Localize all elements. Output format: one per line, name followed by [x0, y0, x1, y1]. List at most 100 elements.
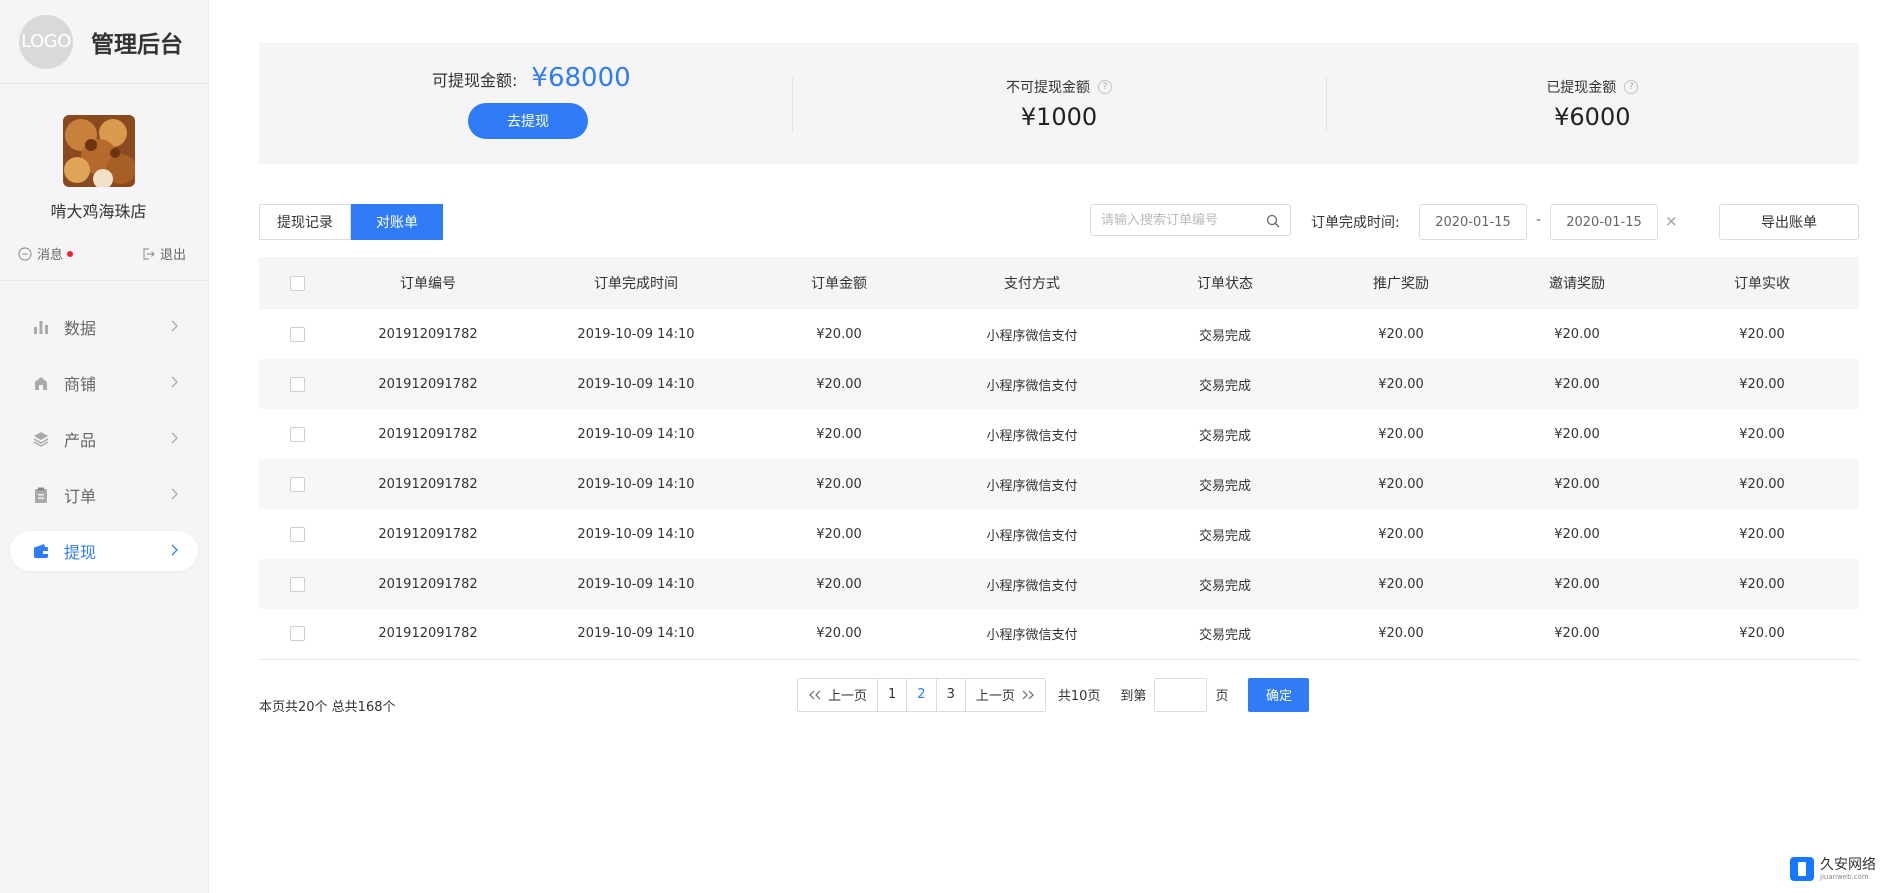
unavailable-amount: ¥1000 [1020, 103, 1098, 131]
completion-time-cell: 2019-10-09 14:10 [577, 526, 695, 542]
payment-method-cell: 小程序微信支付 [986, 628, 1078, 644]
order-id-cell: 201912091782 [378, 576, 478, 592]
tab-statement[interactable]: 对账单 [351, 204, 443, 240]
payment-method-cell: 小程序微信支付 [986, 378, 1078, 394]
unavailable-balance-panel: 不可提现金额 ? ¥1000 [792, 43, 1325, 164]
row-checkbox[interactable] [289, 626, 305, 642]
order-amount-cell: ¥20.00 [816, 576, 862, 592]
table-row: 201912091782 2019-10-09 14:10 ¥20.00 小程序… [259, 459, 1859, 509]
goto-page-input[interactable] [1154, 677, 1208, 712]
column-header: 订单状态 [1197, 276, 1253, 292]
tab-group: 提现记录 对账单 [259, 204, 443, 240]
sidebar-item-data[interactable]: 数据 [10, 307, 198, 347]
order-status-cell: 交易完成 [1198, 478, 1251, 494]
help-icon[interactable]: ? [1624, 80, 1639, 94]
payment-method-cell: 小程序微信支付 [986, 428, 1078, 444]
double-chevron-right-icon [1022, 690, 1034, 699]
tab-withdraw-records[interactable]: 提现记录 [259, 204, 351, 240]
order-status-cell: 交易完成 [1198, 628, 1251, 644]
sidebar-item-order[interactable]: 订单 [10, 475, 198, 515]
export-statement-button[interactable]: 导出账单 [1719, 204, 1859, 240]
chevron-right-icon [171, 544, 178, 556]
net-received-cell: ¥20.00 [1739, 476, 1785, 492]
payment-method-cell: 小程序微信支付 [986, 328, 1078, 344]
search-icon[interactable] [1266, 214, 1280, 228]
order-amount-cell: ¥20.00 [816, 526, 862, 542]
shop-avatar [63, 115, 135, 187]
prev-page-button[interactable]: 上一页 [798, 679, 877, 711]
messages-link[interactable]: 消息 [18, 244, 74, 263]
order-id-cell: 201912091782 [378, 526, 478, 542]
table-row: 201912091782 2019-10-09 14:10 ¥20.00 小程序… [259, 509, 1859, 559]
completion-time-cell: 2019-10-09 14:10 [577, 426, 695, 442]
row-checkbox[interactable] [289, 576, 305, 592]
sidebar-item-label: 数据 [64, 319, 97, 338]
column-header: 支付方式 [1004, 276, 1060, 292]
payment-method-cell: 小程序微信支付 [986, 578, 1078, 594]
order-id-cell: 201912091782 [378, 626, 478, 642]
wallet-icon [32, 542, 50, 560]
page-1-button[interactable]: 1 [877, 678, 906, 711]
total-pages: 共10页 [1057, 689, 1101, 704]
profile-card: 啃大鸡海珠店 消息 退出 [0, 84, 208, 281]
row-checkbox[interactable] [289, 326, 305, 342]
withdraw-button[interactable]: 去提现 [468, 103, 588, 139]
end-date-field[interactable]: 2020-01-15 [1550, 204, 1658, 240]
promotion-reward-cell: ¥20.00 [1378, 576, 1424, 592]
available-balance-panel: 可提现金额: ¥68000 去提现 [259, 43, 792, 164]
order-amount-cell: ¥20.00 [816, 376, 862, 392]
next-page-button[interactable]: 上一页 [964, 678, 1045, 711]
brand-header: LOGO 管理后台 [0, 0, 208, 84]
sidebar-item-shop[interactable]: 商铺 [10, 363, 198, 403]
record-count: 本页共20个 总共168个 [259, 699, 396, 715]
double-chevron-left-icon [809, 690, 821, 699]
app-title: 管理后台 [91, 31, 183, 58]
page-2-button[interactable]: 2 [906, 678, 935, 711]
filter-toolbar: 提现记录 对账单 订单完成时间: 2020-01-15 - 2020-01-15… [259, 204, 1859, 240]
promotion-reward-cell: ¥20.00 [1378, 526, 1424, 542]
sidebar-item-label: 商铺 [64, 375, 97, 394]
completion-time-cell: 2019-10-09 14:10 [577, 376, 695, 392]
goto-label: 到第 [1120, 689, 1147, 704]
statement-table: 订单编号 订单完成时间 订单金额 支付方式 订单状态 推广奖励 邀请奖励 订单实… [259, 257, 1859, 660]
net-received-cell: ¥20.00 [1739, 326, 1785, 342]
row-checkbox[interactable] [289, 476, 305, 492]
help-icon[interactable]: ? [1097, 80, 1112, 94]
start-date-field[interactable]: 2020-01-15 [1419, 204, 1527, 240]
chevron-right-icon [171, 320, 178, 332]
logout-link[interactable]: 退出 [141, 244, 186, 263]
page-3-button[interactable]: 3 [935, 678, 965, 711]
row-checkbox[interactable] [289, 426, 305, 442]
chevron-right-icon [171, 376, 178, 388]
bar-chart-icon [32, 318, 50, 336]
promotion-reward-cell: ¥20.00 [1378, 476, 1424, 492]
invite-reward-cell: ¥20.00 [1554, 476, 1600, 492]
order-id-cell: 201912091782 [378, 426, 478, 442]
row-checkbox[interactable] [289, 526, 305, 542]
table-row: 201912091782 2019-10-09 14:10 ¥20.00 小程序… [259, 359, 1859, 409]
column-header: 推广奖励 [1373, 276, 1429, 292]
row-checkbox[interactable] [289, 376, 305, 392]
order-status-cell: 交易完成 [1198, 528, 1251, 544]
clipboard-icon [32, 486, 50, 504]
profile-actions: 消息 退出 [18, 244, 186, 263]
invite-reward-cell: ¥20.00 [1554, 326, 1600, 342]
withdrawn-balance-panel: 已提现金额 ? ¥6000 [1325, 43, 1859, 164]
watermark-url: jiuanweb.com [1820, 872, 1869, 881]
select-all-checkbox[interactable] [289, 275, 305, 291]
balance-summary: 可提现金额: ¥68000 去提现 不可提现金额 ? ¥1000 已提现金额 ?… [259, 43, 1859, 164]
net-received-cell: ¥20.00 [1739, 576, 1785, 592]
withdrawn-amount: ¥6000 [1554, 103, 1631, 131]
table-body: 201912091782 2019-10-09 14:10 ¥20.00 小程序… [259, 309, 1859, 659]
promotion-reward-cell: ¥20.00 [1378, 376, 1424, 392]
sidebar-item-withdraw[interactable]: 提现 [10, 531, 198, 571]
table-row: 201912091782 2019-10-09 14:10 ¥20.00 小程序… [259, 409, 1859, 459]
sidebar-item-label: 提现 [64, 543, 97, 562]
clear-date-icon[interactable]: × [1665, 212, 1678, 230]
completion-time-cell: 2019-10-09 14:10 [577, 326, 695, 342]
goto-confirm-button[interactable]: 确定 [1248, 677, 1310, 712]
promotion-reward-cell: ¥20.00 [1378, 426, 1424, 442]
search-input[interactable] [1101, 212, 1263, 228]
table-row: 201912091782 2019-10-09 14:10 ¥20.00 小程序… [259, 559, 1859, 609]
sidebar-item-product[interactable]: 产品 [10, 419, 198, 459]
